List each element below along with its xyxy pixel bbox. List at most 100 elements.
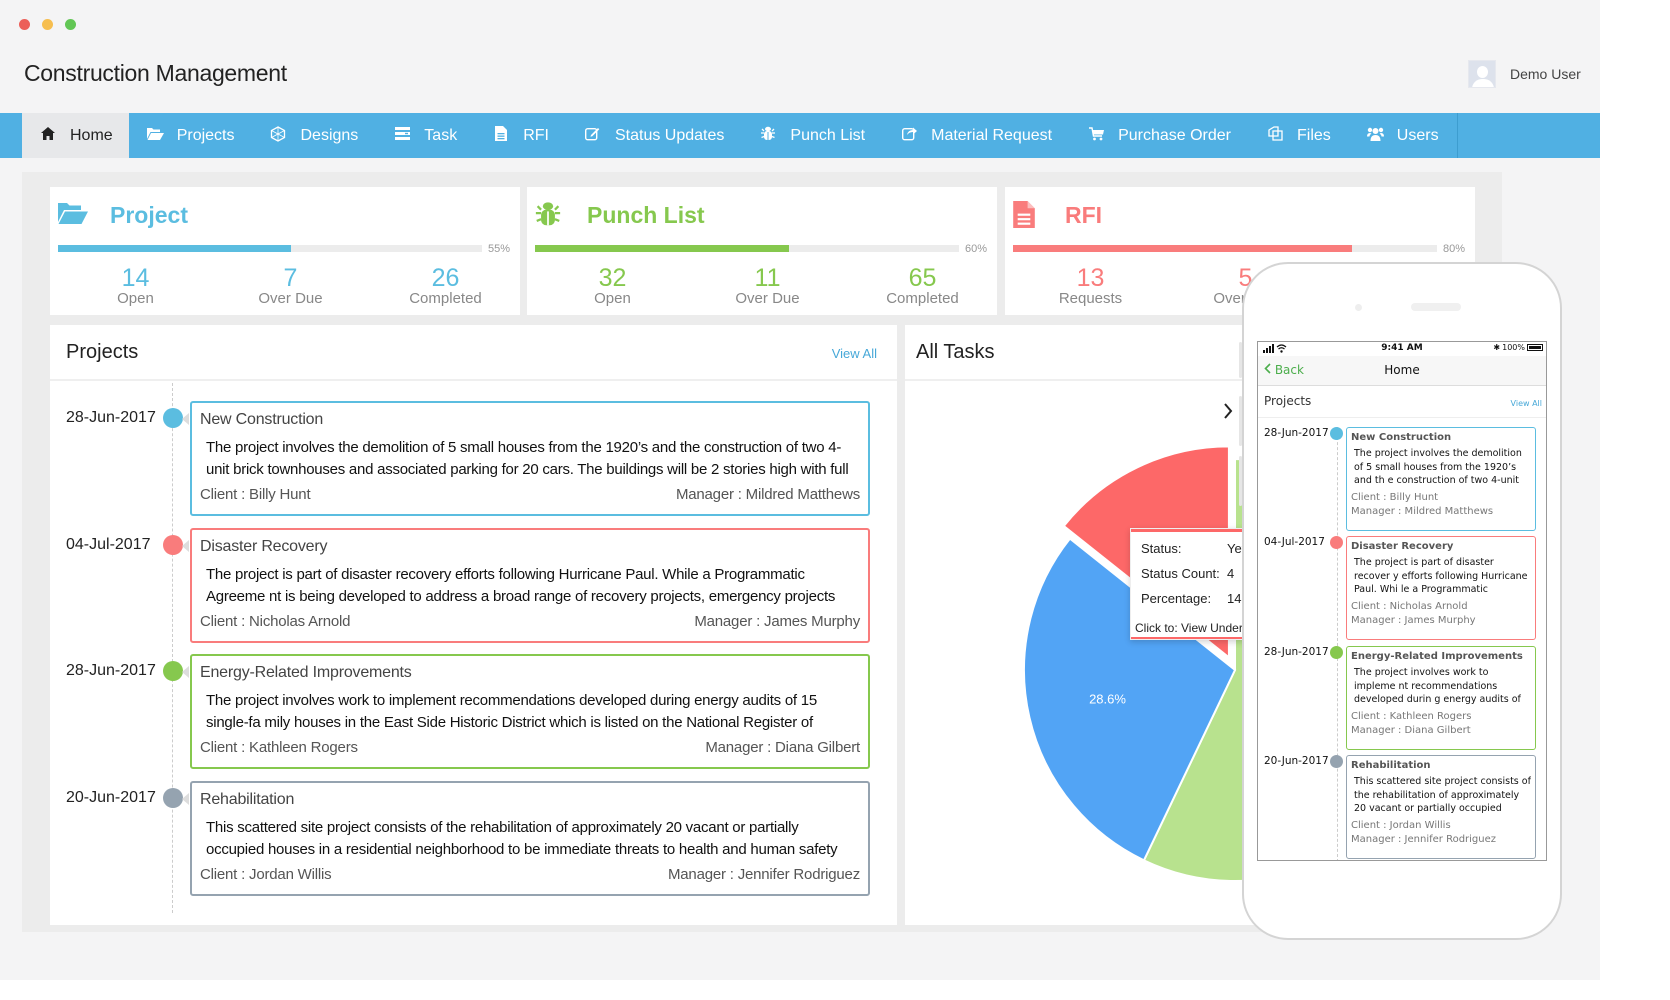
phone-button: [1239, 396, 1242, 446]
nav-projects[interactable]: Projects: [129, 113, 253, 158]
nav-label: Users: [1396, 126, 1439, 144]
project-title: New Construction: [200, 411, 324, 428]
mobile-project-card[interactable]: Energy-Related Improvements The project …: [1346, 646, 1536, 750]
nav-designs[interactable]: Designs: [252, 113, 376, 158]
timeline-dot: [163, 408, 183, 428]
nav-label: Status Updates: [614, 126, 725, 144]
nav-divider: [1456, 113, 1458, 158]
stat-open[interactable]: 14 Open: [58, 265, 213, 307]
nav-punch-list[interactable]: Punch List: [742, 113, 883, 158]
nav-task[interactable]: Task: [376, 113, 475, 158]
project-title: Disaster Recovery: [200, 538, 328, 555]
mobile-screen: 9:41 AM ✱ 100% Back Home Projects View A…: [1257, 341, 1547, 861]
project-manager: Manager : Jennifer Rodriguez: [667, 866, 860, 883]
project-manager: Manager : Diana Gilbert: [1351, 725, 1471, 736]
nav-purchase-order[interactable]: Purchase Order: [1070, 113, 1249, 158]
stat-completed[interactable]: 26 Completed: [368, 265, 523, 307]
minimize-window-button[interactable]: [42, 19, 53, 30]
main-nav: Home Projects Designs Task RFI Status Up…: [0, 113, 1600, 158]
folder-open-icon: [58, 201, 88, 229]
project-description: The project is part of disaster recover …: [1354, 557, 1528, 595]
bug-icon: [760, 126, 776, 145]
cart-icon: [1088, 126, 1104, 145]
user-menu[interactable]: Demo User: [1468, 60, 1581, 88]
progress-bar: [535, 245, 959, 252]
project-manager: Manager : Diana Gilbert: [705, 739, 860, 756]
stat-over-due[interactable]: 11 Over Due: [690, 265, 845, 307]
stat-title: RFI: [1065, 201, 1103, 228]
project-date: 04-Jul-2017: [1264, 536, 1325, 548]
project-title: Rehabilitation: [1351, 760, 1431, 771]
mobile-project-card[interactable]: Disaster Recovery The project is part of…: [1346, 536, 1536, 640]
phone-button: [1239, 456, 1242, 506]
files-icon: [1267, 126, 1283, 145]
project-title: New Construction: [1351, 432, 1452, 443]
stat-card-punch-list[interactable]: Punch List 60% 32 Open 11 Over Due 65 Compl…: [527, 187, 997, 315]
mobile-projects-header: Projects View All: [1258, 386, 1546, 418]
project-date: 20-Jun-2017: [1264, 755, 1329, 767]
mobile-view-all-link[interactable]: View All: [1511, 399, 1542, 408]
project-card[interactable]: New Construction The project involves th…: [190, 401, 870, 516]
bug-icon: [535, 201, 565, 229]
nav-rfi[interactable]: RFI: [475, 113, 567, 158]
project-title: Energy-Related Improvements: [200, 664, 412, 681]
project-description: The project is part of disaster recovery…: [206, 566, 836, 605]
project-client: Client : Billy Hunt: [1351, 492, 1439, 503]
progress-label: 55%: [487, 243, 510, 255]
view-all-link[interactable]: View All: [832, 346, 877, 361]
stat-title: Project: [110, 201, 188, 228]
app-title: Construction Management: [24, 60, 287, 86]
close-window-button[interactable]: [19, 19, 30, 30]
mobile-project-card[interactable]: New Construction The project involves th…: [1346, 427, 1536, 531]
maximize-window-button[interactable]: [65, 19, 76, 30]
timeline-dot: [1330, 536, 1343, 549]
phone-speaker: [1411, 303, 1461, 311]
project-date: 28-Jun-2017: [66, 662, 156, 679]
nav-files[interactable]: Files: [1249, 113, 1349, 158]
stat-completed[interactable]: 65 Completed: [845, 265, 1000, 307]
folder-open-icon: [146, 127, 164, 144]
project-client: Client : Jordan Willis: [200, 866, 332, 883]
project-card[interactable]: Rehabilitation This scattered site proje…: [190, 781, 870, 896]
project-description: The project involves the demolition of 5…: [1354, 448, 1522, 486]
project-description: This scattered site project consists of …: [206, 819, 838, 858]
projects-panel: Projects View All 28-Jun-2017 New Constr…: [50, 325, 897, 925]
project-title: Energy-Related Improvements: [1351, 651, 1523, 662]
nav-material-request[interactable]: Material Request: [883, 113, 1070, 158]
project-client: Client : Billy Hunt: [200, 486, 311, 503]
nav-home[interactable]: Home: [22, 113, 129, 158]
project-manager: Manager : James Murphy: [694, 613, 860, 630]
nav-label: Projects: [176, 126, 235, 144]
stat-open[interactable]: 32 Open: [535, 265, 690, 307]
nav-label: Files: [1297, 126, 1331, 144]
project-card[interactable]: Energy-Related Improvements The project …: [190, 654, 870, 769]
progress-bar: [58, 245, 482, 252]
timeline-pointer: [182, 540, 189, 552]
nav-label: Punch List: [790, 126, 866, 144]
document-icon: [493, 126, 509, 145]
project-description: The project involves the demolition of 5…: [206, 439, 849, 478]
nav-label: Task: [424, 126, 458, 144]
stat-requests[interactable]: 13 Requests: [1013, 265, 1168, 307]
window-controls: [19, 19, 76, 30]
nav-users[interactable]: Users: [1349, 113, 1457, 158]
tasks-icon: [394, 127, 410, 144]
project-client: Client : Nicholas Arnold: [1351, 601, 1468, 612]
timeline-dot: [163, 788, 183, 808]
mobile-project-card[interactable]: Rehabilitation This scattered site proje…: [1346, 755, 1536, 859]
project-card[interactable]: Disaster Recovery The project is part of…: [190, 528, 870, 643]
mobile-timeline-line: [1337, 427, 1338, 860]
progress-fill: [58, 245, 292, 252]
battery-icon: [1527, 344, 1543, 351]
project-date: 28-Jun-2017: [1264, 427, 1329, 439]
home-icon: [40, 127, 56, 144]
project-manager: Manager : James Murphy: [1351, 615, 1476, 626]
nav-status-updates[interactable]: Status Updates: [567, 113, 742, 158]
timeline-pointer: [182, 666, 189, 678]
edit-icon: [585, 126, 601, 145]
project-title: Disaster Recovery: [1351, 541, 1454, 552]
stat-over-due[interactable]: 7 Over Due: [213, 265, 368, 307]
stat-card-project[interactable]: Project 55% 14 Open 7 Over Due 26 Completed: [50, 187, 520, 315]
project-client: Client : Jordan Willis: [1351, 820, 1451, 831]
project-manager: Manager : Mildred Matthews: [675, 486, 860, 503]
